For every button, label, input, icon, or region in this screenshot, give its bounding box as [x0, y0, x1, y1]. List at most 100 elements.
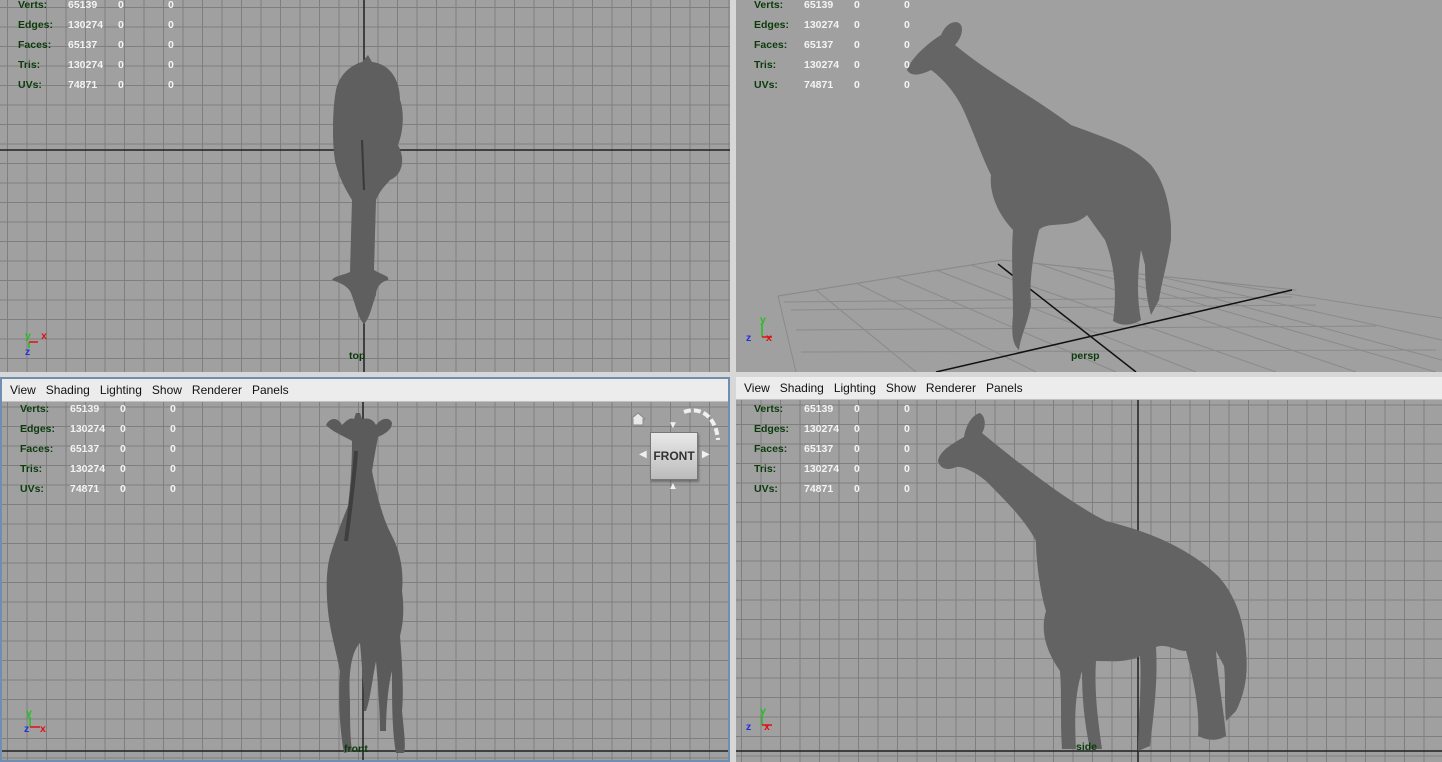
hud-value: 0 — [120, 403, 126, 415]
axis-y-label: y — [760, 705, 766, 717]
chevron-down-icon[interactable]: ▲ — [668, 481, 678, 492]
hud-label: UVs: — [754, 79, 778, 91]
hud-value: 65139 — [68, 0, 98, 11]
giraffe-model-front[interactable] — [320, 411, 412, 756]
home-icon[interactable] — [630, 412, 646, 426]
hud-label: Verts: — [20, 403, 50, 415]
hud-value: 0 — [120, 483, 126, 495]
hud-value: 130274 — [70, 423, 106, 435]
axis-z-label: z — [24, 723, 30, 735]
hud-value: 0 — [170, 403, 176, 415]
axis-z-label: z — [746, 332, 752, 344]
giraffe-model-top[interactable] — [320, 50, 420, 330]
hud-value: 0 — [168, 19, 174, 31]
hud-value: 74871 — [68, 79, 98, 91]
axis-x-label: x — [41, 330, 47, 342]
hud-label: Verts: — [754, 0, 784, 11]
hud-label: Faces: — [754, 39, 788, 51]
hud-label: Faces: — [20, 443, 54, 455]
hud-value: 130274 — [68, 59, 104, 71]
hud-value: 0 — [904, 423, 910, 435]
hud-label: UVs: — [754, 483, 778, 495]
giraffe-model-side[interactable] — [936, 411, 1251, 756]
chevron-up-icon[interactable]: ▼ — [668, 420, 678, 431]
hud-value: 0 — [904, 483, 910, 495]
hud-value: 0 — [904, 59, 910, 71]
hud-value: 0 — [904, 463, 910, 475]
viewport-top[interactable]: Verts: 65139 0 0 Edges: 130274 0 0 Faces: 65137… — [0, 0, 730, 372]
hud-value: 0 — [854, 39, 860, 51]
viewport-side[interactable]: View Shading Lighting Show Renderer Pane… — [736, 377, 1442, 762]
camera-label: front — [344, 743, 368, 755]
hud-label: Edges: — [20, 423, 56, 435]
hud-value: 0 — [854, 79, 860, 91]
hud-label: Edges: — [754, 423, 790, 435]
menu-shading[interactable]: Shading — [780, 381, 824, 395]
hud-label: Tris: — [754, 463, 777, 475]
hud-value: 0 — [118, 59, 124, 71]
hud-value: 0 — [168, 0, 174, 11]
chevron-left-icon[interactable]: ◀ — [639, 449, 647, 460]
viewport-persp[interactable]: y z x Verts: 65139 0 0 Edges: 130274 0 0 Faces… — [736, 0, 1442, 372]
viewport-menubar: View Shading Lighting Show Renderer Pane… — [2, 379, 728, 402]
menu-lighting[interactable]: Lighting — [100, 383, 142, 397]
axis-y-label: y — [760, 314, 766, 326]
hud-value: 0 — [118, 19, 124, 31]
menu-renderer[interactable]: Renderer — [192, 383, 242, 397]
hud-value: 0 — [118, 79, 124, 91]
menu-panels[interactable]: Panels — [252, 383, 289, 397]
axis-x-label: x — [764, 721, 770, 733]
hud-value: 65137 — [804, 443, 834, 455]
hud-value: 0 — [120, 463, 126, 475]
viewport-front[interactable]: View Shading Lighting Show Renderer Pane… — [0, 377, 730, 762]
hud-value: 0 — [120, 423, 126, 435]
hud-value: 0 — [170, 443, 176, 455]
menu-view[interactable]: View — [10, 383, 36, 397]
hud-value: 0 — [854, 19, 860, 31]
menu-renderer[interactable]: Renderer — [926, 381, 976, 395]
hud-value: 0 — [854, 59, 860, 71]
view-cube-face[interactable]: FRONT — [650, 432, 698, 480]
menu-view[interactable]: View — [744, 381, 770, 395]
menu-show[interactable]: Show — [886, 381, 916, 395]
camera-label: top — [349, 350, 366, 362]
hud-value: 0 — [904, 39, 910, 51]
hud-value: 0 — [854, 423, 860, 435]
axis-z-label: z — [746, 721, 752, 733]
hud-value: 130274 — [804, 19, 840, 31]
hud-value: 65139 — [70, 403, 100, 415]
hud-value: 74871 — [70, 483, 100, 495]
hud-value: 0 — [170, 463, 176, 475]
hud-label: Edges: — [18, 19, 54, 31]
hud-label: Faces: — [18, 39, 52, 51]
hud-value: 0 — [854, 463, 860, 475]
view-cube[interactable]: FRONT ◀ ▶ ▼ ▲ — [622, 404, 722, 494]
menu-lighting[interactable]: Lighting — [834, 381, 876, 395]
menu-show[interactable]: Show — [152, 383, 182, 397]
hud-value: 0 — [120, 443, 126, 455]
hud-value: 0 — [118, 0, 124, 11]
hud-value: 130274 — [804, 463, 840, 475]
hud-value: 0 — [904, 79, 910, 91]
axis-gizmo — [29, 717, 40, 728]
hud-value: 130274 — [804, 59, 840, 71]
hud-label: Tris: — [18, 59, 41, 71]
axis-x-label: x — [766, 332, 772, 344]
hud-value: 65137 — [804, 39, 834, 51]
hud-value: 65139 — [804, 403, 834, 415]
giraffe-model-persp[interactable] — [901, 15, 1191, 355]
menu-panels[interactable]: Panels — [986, 381, 1023, 395]
hud-value: 74871 — [804, 483, 834, 495]
hud-value: 0 — [854, 0, 860, 11]
view-cube-face-label: FRONT — [653, 449, 695, 463]
chevron-right-icon[interactable]: ▶ — [702, 449, 710, 460]
hud-label: Edges: — [754, 19, 790, 31]
hud-value: 0 — [854, 403, 860, 415]
hud-value: 0 — [170, 423, 176, 435]
hud-value: 65139 — [804, 0, 834, 11]
hud-label: UVs: — [18, 79, 42, 91]
hud-value: 130274 — [804, 423, 840, 435]
menu-shading[interactable]: Shading — [46, 383, 90, 397]
hud-value: 0 — [170, 483, 176, 495]
axis-z-label: z — [25, 346, 31, 358]
